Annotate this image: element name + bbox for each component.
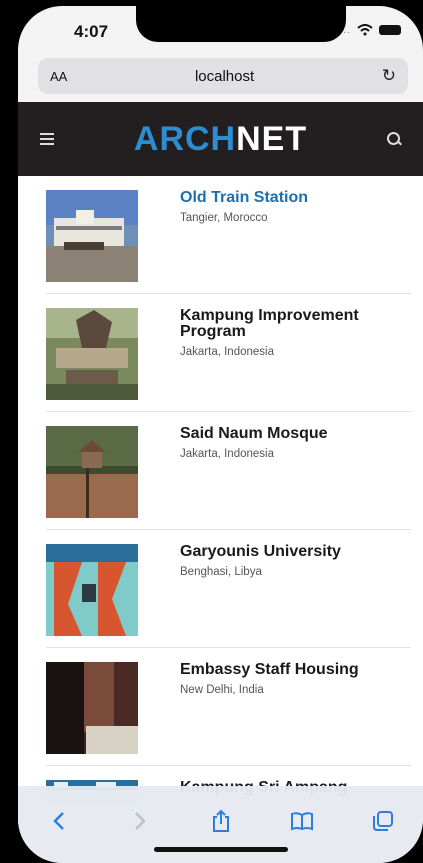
site-header: ARCHNET	[18, 102, 423, 176]
sites-list: Old Train Station Tangier, Morocco Kampu…	[18, 176, 423, 806]
item-location: Jakarta, Indonesia	[180, 448, 274, 460]
site-thumbnail[interactable]	[46, 308, 138, 400]
search-icon[interactable]	[387, 132, 402, 146]
list-item[interactable]: Garyounis University Benghasi, Libya	[46, 530, 411, 648]
notch	[136, 6, 346, 42]
item-location: Jakarta, Indonesia	[180, 346, 274, 358]
archnet-logo[interactable]: ARCHNET	[134, 120, 307, 159]
item-location: Tangier, Morocco	[180, 212, 268, 224]
forward-icon	[127, 808, 153, 834]
item-title[interactable]: Embassy Staff Housing	[180, 662, 390, 678]
back-icon[interactable]	[46, 808, 72, 834]
status-time: 4:07	[74, 22, 109, 41]
status-icons: ....	[336, 24, 401, 36]
logo-part-net: NET	[236, 119, 308, 158]
item-title[interactable]: Old Train Station	[180, 190, 390, 206]
url-host[interactable]: localhost	[195, 68, 254, 85]
site-thumbnail[interactable]	[46, 544, 138, 636]
tabs-icon[interactable]	[370, 808, 396, 834]
battery-icon	[379, 25, 401, 35]
site-thumbnail[interactable]	[46, 426, 138, 518]
item-title[interactable]: Said Naum Mosque	[180, 426, 390, 442]
hamburger-menu-icon[interactable]	[40, 130, 54, 148]
logo-part-arch: ARCH	[133, 119, 237, 158]
wifi-icon	[357, 24, 373, 36]
reader-options-button[interactable]: AA	[50, 69, 67, 84]
list-item[interactable]: Kampung Improvement Program Jakarta, Ind…	[46, 294, 411, 412]
share-icon[interactable]	[208, 808, 234, 834]
bookmarks-icon[interactable]	[289, 808, 315, 834]
list-item[interactable]: Old Train Station Tangier, Morocco	[46, 176, 411, 294]
address-bar[interactable]: AA localhost ↻	[38, 58, 408, 94]
list-item[interactable]: Embassy Staff Housing New Delhi, India	[46, 648, 411, 766]
site-thumbnail[interactable]	[46, 662, 138, 754]
phone-screen: 4:07 .... AA localhost ↻ ARCHNET	[18, 6, 423, 863]
item-title[interactable]: Garyounis University	[180, 544, 390, 560]
item-location: Benghasi, Libya	[180, 566, 262, 578]
item-title[interactable]: Kampung Improvement Program	[180, 308, 390, 340]
site-thumbnail[interactable]	[46, 190, 138, 282]
home-indicator	[154, 847, 288, 852]
list-item[interactable]: Said Naum Mosque Jakarta, Indonesia	[46, 412, 411, 530]
reload-icon[interactable]: ↻	[382, 66, 396, 86]
item-location: New Delhi, India	[180, 684, 264, 696]
